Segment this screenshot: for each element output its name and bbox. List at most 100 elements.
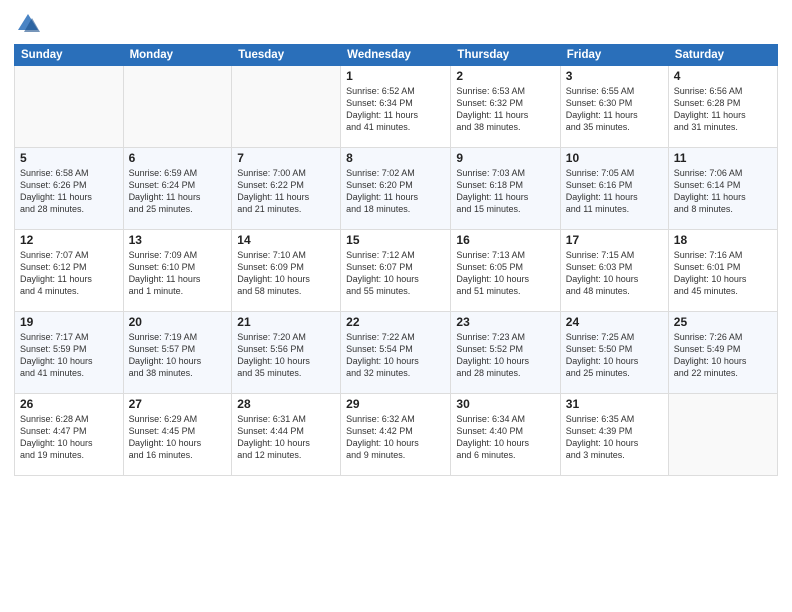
day-info: Sunrise: 7:06 AM Sunset: 6:14 PM Dayligh…	[674, 167, 772, 216]
weekday-header-wednesday: Wednesday	[341, 45, 451, 66]
calendar-cell: 3 Sunrise: 6:55 AM Sunset: 6:30 PM Daylig…	[560, 66, 668, 148]
calendar-cell: 1 Sunrise: 6:52 AM Sunset: 6:34 PM Daylig…	[341, 66, 451, 148]
day-info: Sunrise: 7:15 AM Sunset: 6:03 PM Dayligh…	[566, 249, 663, 298]
calendar-week-4: 26 Sunrise: 6:28 AM Sunset: 4:47 PM Dayli…	[15, 394, 778, 476]
day-info: Sunrise: 7:19 AM Sunset: 5:57 PM Dayligh…	[129, 331, 227, 380]
calendar-cell: 30 Sunrise: 6:34 AM Sunset: 4:40 PM Dayli…	[451, 394, 560, 476]
day-number: 14	[237, 233, 335, 247]
day-number: 18	[674, 233, 772, 247]
calendar-cell: 22 Sunrise: 7:22 AM Sunset: 5:54 PM Dayli…	[341, 312, 451, 394]
day-number: 13	[129, 233, 227, 247]
calendar-cell	[123, 66, 232, 148]
day-number: 26	[20, 397, 118, 411]
day-number: 27	[129, 397, 227, 411]
day-number: 20	[129, 315, 227, 329]
calendar-cell: 27 Sunrise: 6:29 AM Sunset: 4:45 PM Dayli…	[123, 394, 232, 476]
day-number: 21	[237, 315, 335, 329]
calendar-table: SundayMondayTuesdayWednesdayThursdayFrid…	[14, 44, 778, 476]
day-info: Sunrise: 7:03 AM Sunset: 6:18 PM Dayligh…	[456, 167, 554, 216]
day-info: Sunrise: 7:13 AM Sunset: 6:05 PM Dayligh…	[456, 249, 554, 298]
weekday-header-thursday: Thursday	[451, 45, 560, 66]
day-number: 12	[20, 233, 118, 247]
day-info: Sunrise: 6:34 AM Sunset: 4:40 PM Dayligh…	[456, 413, 554, 462]
calendar-cell	[232, 66, 341, 148]
day-info: Sunrise: 6:52 AM Sunset: 6:34 PM Dayligh…	[346, 85, 445, 134]
logo-icon	[14, 10, 42, 38]
day-info: Sunrise: 7:09 AM Sunset: 6:10 PM Dayligh…	[129, 249, 227, 298]
calendar-cell: 14Sunrise: 7:10 AM Sunset: 6:09 PM Dayli…	[232, 230, 341, 312]
weekday-header-tuesday: Tuesday	[232, 45, 341, 66]
day-info: Sunrise: 6:56 AM Sunset: 6:28 PM Dayligh…	[674, 85, 772, 134]
day-number: 1	[346, 69, 445, 83]
calendar-cell: 26 Sunrise: 6:28 AM Sunset: 4:47 PM Dayli…	[15, 394, 124, 476]
calendar-week-2: 12 Sunrise: 7:07 AM Sunset: 6:12 PM Dayli…	[15, 230, 778, 312]
weekday-header-row: SundayMondayTuesdayWednesdayThursdayFrid…	[15, 45, 778, 66]
calendar-cell: 31Sunrise: 6:35 AM Sunset: 4:39 PM Dayli…	[560, 394, 668, 476]
weekday-header-sunday: Sunday	[15, 45, 124, 66]
day-number: 30	[456, 397, 554, 411]
day-number: 10	[566, 151, 663, 165]
calendar-cell: 13 Sunrise: 7:09 AM Sunset: 6:10 PM Dayli…	[123, 230, 232, 312]
calendar-cell: 21 Sunrise: 7:20 AM Sunset: 5:56 PM Dayli…	[232, 312, 341, 394]
day-number: 25	[674, 315, 772, 329]
day-info: Sunrise: 7:07 AM Sunset: 6:12 PM Dayligh…	[20, 249, 118, 298]
day-number: 4	[674, 69, 772, 83]
day-number: 31	[566, 397, 663, 411]
day-info: Sunrise: 7:05 AM Sunset: 6:16 PM Dayligh…	[566, 167, 663, 216]
day-number: 15	[346, 233, 445, 247]
day-info: Sunrise: 7:23 AM Sunset: 5:52 PM Dayligh…	[456, 331, 554, 380]
calendar-cell: 4 Sunrise: 6:56 AM Sunset: 6:28 PM Daylig…	[668, 66, 777, 148]
day-info: Sunrise: 6:32 AM Sunset: 4:42 PM Dayligh…	[346, 413, 445, 462]
day-info: Sunrise: 6:29 AM Sunset: 4:45 PM Dayligh…	[129, 413, 227, 462]
day-info: Sunrise: 6:28 AM Sunset: 4:47 PM Dayligh…	[20, 413, 118, 462]
calendar-cell: 7 Sunrise: 7:00 AM Sunset: 6:22 PM Daylig…	[232, 148, 341, 230]
calendar-cell: 5 Sunrise: 6:58 AM Sunset: 6:26 PM Daylig…	[15, 148, 124, 230]
day-number: 23	[456, 315, 554, 329]
day-info: Sunrise: 7:20 AM Sunset: 5:56 PM Dayligh…	[237, 331, 335, 380]
day-number: 11	[674, 151, 772, 165]
day-info: Sunrise: 7:00 AM Sunset: 6:22 PM Dayligh…	[237, 167, 335, 216]
calendar-cell: 19 Sunrise: 7:17 AM Sunset: 5:59 PM Dayli…	[15, 312, 124, 394]
calendar-cell: 8 Sunrise: 7:02 AM Sunset: 6:20 PM Daylig…	[341, 148, 451, 230]
day-info: Sunrise: 6:59 AM Sunset: 6:24 PM Dayligh…	[129, 167, 227, 216]
page-container: SundayMondayTuesdayWednesdayThursdayFrid…	[0, 0, 792, 612]
weekday-header-monday: Monday	[123, 45, 232, 66]
day-info: Sunrise: 7:25 AM Sunset: 5:50 PM Dayligh…	[566, 331, 663, 380]
calendar-cell: 16 Sunrise: 7:13 AM Sunset: 6:05 PM Dayli…	[451, 230, 560, 312]
day-number: 24	[566, 315, 663, 329]
day-info: Sunrise: 7:17 AM Sunset: 5:59 PM Dayligh…	[20, 331, 118, 380]
calendar-cell: 10 Sunrise: 7:05 AM Sunset: 6:16 PM Dayli…	[560, 148, 668, 230]
calendar-cell: 6 Sunrise: 6:59 AM Sunset: 6:24 PM Daylig…	[123, 148, 232, 230]
day-number: 8	[346, 151, 445, 165]
day-number: 5	[20, 151, 118, 165]
day-info: Sunrise: 7:02 AM Sunset: 6:20 PM Dayligh…	[346, 167, 445, 216]
day-number: 7	[237, 151, 335, 165]
day-number: 2	[456, 69, 554, 83]
calendar-cell: 28Sunrise: 6:31 AM Sunset: 4:44 PM Dayli…	[232, 394, 341, 476]
calendar-cell: 23 Sunrise: 7:23 AM Sunset: 5:52 PM Dayli…	[451, 312, 560, 394]
day-number: 19	[20, 315, 118, 329]
day-number: 22	[346, 315, 445, 329]
header	[14, 10, 778, 38]
calendar-cell: 9 Sunrise: 7:03 AM Sunset: 6:18 PM Daylig…	[451, 148, 560, 230]
day-info: Sunrise: 6:55 AM Sunset: 6:30 PM Dayligh…	[566, 85, 663, 134]
calendar-cell: 15 Sunrise: 7:12 AM Sunset: 6:07 PM Dayli…	[341, 230, 451, 312]
calendar-week-1: 5 Sunrise: 6:58 AM Sunset: 6:26 PM Daylig…	[15, 148, 778, 230]
calendar-week-0: 1 Sunrise: 6:52 AM Sunset: 6:34 PM Daylig…	[15, 66, 778, 148]
calendar-cell: 12 Sunrise: 7:07 AM Sunset: 6:12 PM Dayli…	[15, 230, 124, 312]
day-info: Sunrise: 7:22 AM Sunset: 5:54 PM Dayligh…	[346, 331, 445, 380]
day-number: 3	[566, 69, 663, 83]
calendar-cell: 2 Sunrise: 6:53 AM Sunset: 6:32 PM Daylig…	[451, 66, 560, 148]
calendar-cell: 25 Sunrise: 7:26 AM Sunset: 5:49 PM Dayli…	[668, 312, 777, 394]
day-info: Sunrise: 6:53 AM Sunset: 6:32 PM Dayligh…	[456, 85, 554, 134]
day-number: 28	[237, 397, 335, 411]
day-number: 16	[456, 233, 554, 247]
calendar-cell: 17Sunrise: 7:15 AM Sunset: 6:03 PM Dayli…	[560, 230, 668, 312]
day-info: Sunrise: 7:12 AM Sunset: 6:07 PM Dayligh…	[346, 249, 445, 298]
day-info: Sunrise: 6:58 AM Sunset: 6:26 PM Dayligh…	[20, 167, 118, 216]
day-number: 6	[129, 151, 227, 165]
day-number: 9	[456, 151, 554, 165]
calendar-cell	[668, 394, 777, 476]
day-info: Sunrise: 7:26 AM Sunset: 5:49 PM Dayligh…	[674, 331, 772, 380]
calendar-week-3: 19 Sunrise: 7:17 AM Sunset: 5:59 PM Dayli…	[15, 312, 778, 394]
